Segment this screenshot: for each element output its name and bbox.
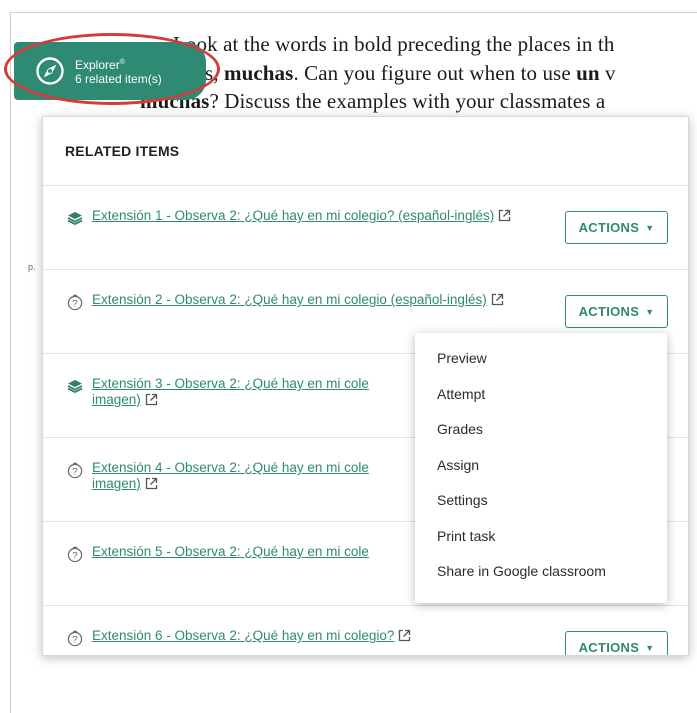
external-link-icon <box>498 209 511 226</box>
panel-title: RELATED ITEMS <box>43 117 688 186</box>
page-marker: p. <box>28 262 36 272</box>
actions-button[interactable]: ACTIONS ▼ <box>565 631 668 655</box>
svg-text:?: ? <box>72 633 77 644</box>
menu-item-share-google-classroom[interactable]: Share in Google classroom <box>415 554 667 590</box>
related-item-row: ? Extensión 6 - Observa 2: ¿Qué hay en m… <box>43 606 688 655</box>
related-item-link[interactable]: Extensión 1 - Observa 2: ¿Qué hay en mi … <box>92 208 542 226</box>
external-link-icon <box>145 477 158 494</box>
textbook-line-1: Look at the words in bold preceding the … <box>173 32 615 56</box>
question-timer-icon: ? <box>67 630 83 646</box>
explorer-title: Explorer® <box>75 58 125 72</box>
menu-item-preview[interactable]: Preview <box>415 341 667 377</box>
question-timer-icon: ? <box>67 546 83 562</box>
external-link-icon <box>398 629 411 646</box>
svg-text:?: ? <box>72 297 77 308</box>
menu-item-assign[interactable]: Assign <box>415 448 667 484</box>
related-item-link[interactable]: Extensión 6 - Observa 2: ¿Qué hay en mi … <box>92 628 542 646</box>
svg-text:?: ? <box>72 465 77 476</box>
external-link-icon <box>145 393 158 410</box>
compass-icon <box>35 56 65 86</box>
question-timer-icon: ? <box>67 294 83 310</box>
caret-down-icon: ▼ <box>645 306 655 317</box>
actions-dropdown-menu: Preview Attempt Grades Assign Settings P… <box>415 333 667 603</box>
menu-item-attempt[interactable]: Attempt <box>415 377 667 413</box>
textbook-line-3: muchas? Discuss the examples with your c… <box>140 89 606 113</box>
related-item-row: Extensión 1 - Observa 2: ¿Qué hay en mi … <box>43 186 688 270</box>
menu-item-grades[interactable]: Grades <box>415 412 667 448</box>
menu-item-settings[interactable]: Settings <box>415 483 667 519</box>
explorer-count: 6 related item(s) <box>75 72 162 86</box>
question-timer-icon: ? <box>67 462 83 478</box>
layers-icon <box>67 210 83 226</box>
caret-down-icon: ▼ <box>645 222 655 233</box>
menu-item-print-task[interactable]: Print task <box>415 519 667 555</box>
svg-text:?: ? <box>72 549 77 560</box>
related-item-link[interactable]: Extensión 2 - Observa 2: ¿Qué hay en mi … <box>92 292 542 310</box>
layers-icon <box>67 378 83 394</box>
actions-button[interactable]: ACTIONS ▼ <box>565 211 668 244</box>
explorer-button[interactable]: Explorer® 6 related item(s) <box>14 42 206 100</box>
external-link-icon <box>491 293 504 310</box>
actions-button[interactable]: ACTIONS ▼ <box>565 295 668 328</box>
caret-down-icon: ▼ <box>645 642 655 653</box>
textbook-line-2: s, muchas. Can you figure out when to us… <box>205 61 616 85</box>
